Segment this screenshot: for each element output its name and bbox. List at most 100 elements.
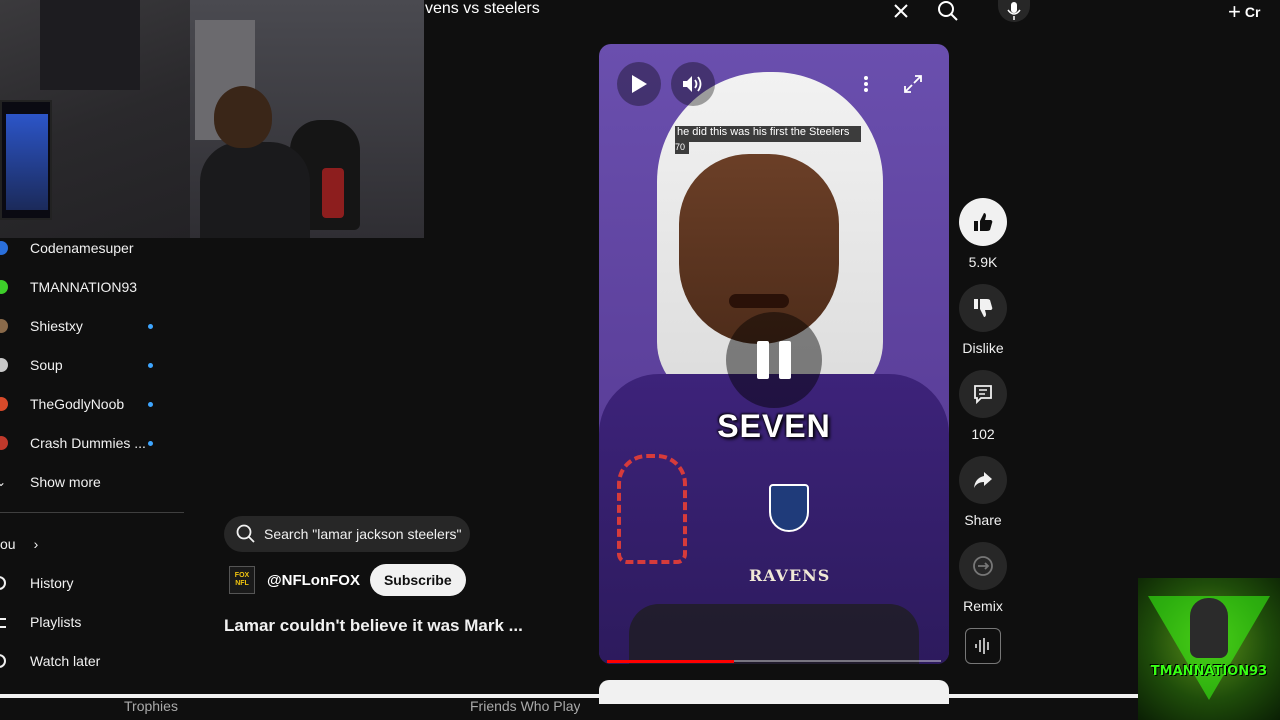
sidebar-sub-codenamesuper[interactable]: Codenamesuper bbox=[0, 236, 184, 260]
channel-avatar bbox=[0, 280, 8, 294]
search-suggestion-text: Search "lamar jackson steelers" bbox=[264, 526, 462, 542]
search-suggestion-chip[interactable]: Search "lamar jackson steelers" bbox=[224, 516, 470, 552]
more-options-button[interactable] bbox=[844, 62, 888, 106]
create-label: Cr bbox=[1244, 4, 1261, 20]
remix-button[interactable] bbox=[959, 542, 1007, 590]
new-content-dot bbox=[148, 401, 153, 407]
progress-fill bbox=[607, 660, 734, 663]
remix-label: Remix bbox=[963, 598, 1003, 614]
channel-avatar bbox=[0, 319, 8, 333]
show-more-label: Show more bbox=[30, 474, 101, 490]
caption-line-2: 70 bbox=[675, 142, 689, 154]
burned-in-caption: SEVEN bbox=[717, 408, 831, 444]
like-icon bbox=[974, 213, 993, 231]
dislike-label: Dislike bbox=[962, 340, 1004, 356]
caption-line-1: he did this was his first the Steelers bbox=[675, 126, 861, 142]
channel-avatar bbox=[0, 436, 8, 450]
clear-search-icon[interactable] bbox=[885, 0, 917, 22]
search-icon bbox=[236, 524, 255, 543]
remix-icon bbox=[973, 556, 993, 576]
channel-handle[interactable]: @NFLonFOX bbox=[267, 572, 360, 589]
like-action[interactable]: 5.9K bbox=[959, 198, 1007, 270]
candy-cane-nfl-patch bbox=[617, 454, 687, 564]
brand-logo-text: TMANNATION93 bbox=[1150, 664, 1268, 679]
progress-bar[interactable] bbox=[607, 660, 941, 663]
history-icon bbox=[0, 576, 6, 590]
watch-later-icon bbox=[0, 654, 6, 668]
new-content-dot bbox=[148, 362, 153, 368]
sidebar-item-history[interactable]: History bbox=[0, 573, 184, 595]
sidebar-divider bbox=[0, 512, 184, 513]
more-vert-icon bbox=[864, 76, 868, 92]
sidebar-sub-shiestxy[interactable]: Shiestxy bbox=[0, 314, 184, 338]
search-icon[interactable] bbox=[932, 0, 964, 22]
channel-avatar bbox=[0, 397, 8, 411]
play-button[interactable] bbox=[617, 62, 661, 106]
new-content-dot bbox=[148, 323, 153, 329]
sidebar-item-label: Playlists bbox=[30, 614, 82, 630]
comments-button[interactable] bbox=[959, 370, 1007, 418]
channel-row: FOX NFL @NFLonFOX Subscribe bbox=[229, 564, 466, 596]
play-icon bbox=[632, 75, 647, 93]
remix-action[interactable]: Remix bbox=[959, 542, 1007, 614]
new-content-dot bbox=[148, 440, 153, 446]
fullscreen-icon bbox=[904, 75, 922, 93]
webcam-monitor bbox=[0, 100, 52, 220]
video-title[interactable]: Lamar couldn't believe it was Mark ... bbox=[224, 616, 523, 636]
bottom-text-friends: Friends Who Play bbox=[470, 698, 581, 714]
webcam-person-head bbox=[214, 86, 272, 148]
volume-button[interactable] bbox=[671, 62, 715, 106]
sidebar-item-label: History bbox=[30, 575, 74, 591]
sidebar-sub-label: Shiestxy bbox=[30, 318, 83, 334]
sidebar-sub-crash-dummies[interactable]: Crash Dummies ... bbox=[0, 431, 184, 455]
dislike-action[interactable]: Dislike bbox=[959, 284, 1007, 356]
webcam-chair-accent bbox=[322, 168, 344, 218]
share-button[interactable] bbox=[959, 456, 1007, 504]
pause-overlay-button[interactable] bbox=[726, 312, 822, 408]
fullscreen-button[interactable] bbox=[891, 62, 935, 106]
share-label: Share bbox=[964, 512, 1002, 528]
sidebar-item-playlists[interactable]: Playlists bbox=[0, 612, 184, 634]
player-frame-mouth bbox=[729, 294, 789, 308]
sidebar-sub-soup[interactable]: Soup bbox=[0, 353, 184, 377]
like-button[interactable] bbox=[959, 198, 1007, 246]
share-action[interactable]: Share bbox=[959, 456, 1007, 528]
next-short-preview bbox=[599, 680, 949, 704]
chevron-right-icon: › bbox=[33, 536, 39, 552]
audio-track-button[interactable] bbox=[965, 628, 1001, 664]
channel-avatar bbox=[0, 241, 8, 255]
webcam-person bbox=[200, 86, 310, 238]
pause-icon-bar-left bbox=[757, 341, 769, 379]
sidebar-item-watch-later[interactable]: Watch later bbox=[0, 651, 184, 673]
you-label: ou bbox=[0, 536, 16, 552]
playlists-icon bbox=[0, 618, 6, 628]
sidebar-you-header[interactable]: ou › bbox=[0, 536, 38, 552]
dislike-button[interactable] bbox=[959, 284, 1007, 332]
sidebar-sub-tmannation93[interactable]: TMANNATION93 bbox=[0, 275, 184, 299]
comments-action[interactable]: 102 bbox=[959, 370, 1007, 442]
audio-waveform-icon bbox=[975, 638, 989, 654]
show-more-button[interactable]: ⌄ Show more bbox=[0, 470, 184, 494]
volume-icon bbox=[683, 76, 702, 92]
sidebar-item-label: Watch later bbox=[30, 653, 101, 669]
microphone-icon[interactable] bbox=[998, 0, 1030, 22]
create-button[interactable]: + Cr bbox=[1228, 0, 1280, 24]
webcam-person-body bbox=[200, 142, 310, 238]
sidebar-sub-label: Soup bbox=[30, 357, 63, 373]
webcam-monitor-screen bbox=[6, 114, 48, 210]
pause-icon-bar-right bbox=[779, 341, 791, 379]
channel-avatar bbox=[0, 358, 8, 372]
subscribe-button[interactable]: Subscribe bbox=[369, 564, 466, 596]
share-icon bbox=[974, 472, 992, 488]
player-frame-microphones bbox=[629, 604, 919, 664]
channel-logo[interactable]: FOX NFL bbox=[229, 566, 255, 594]
search-query-text[interactable]: vens vs steelers bbox=[425, 0, 540, 18]
sidebar-sub-label: TheGodlyNoob bbox=[30, 396, 125, 412]
jersey-ravens-text: RAVENS bbox=[749, 566, 831, 585]
sidebar-sub-label: Codenamesuper bbox=[30, 240, 134, 256]
webcam-shelf bbox=[40, 0, 140, 90]
sidebar-sub-thegodlynoob[interactable]: TheGodlyNoob bbox=[0, 392, 184, 416]
shorts-player[interactable]: RAVENS he did this was his first the Ste… bbox=[599, 44, 949, 664]
streamer-brand-logo: TMANNATION93 bbox=[1138, 578, 1280, 720]
webcam-overlay bbox=[0, 0, 424, 238]
